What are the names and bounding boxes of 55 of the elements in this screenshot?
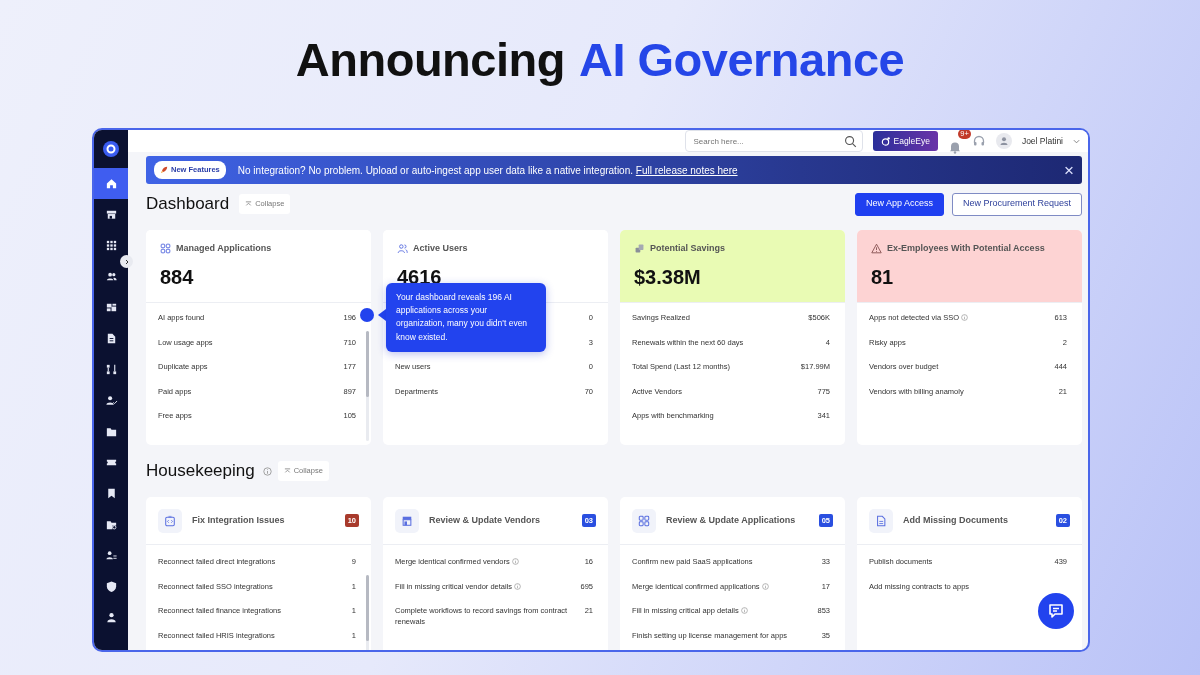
user-name[interactable]: Joel Platini <box>1021 134 1063 148</box>
folder-search-icon[interactable] <box>104 518 118 531</box>
search-field[interactable]: Search here... <box>684 130 863 152</box>
store-icon <box>401 514 413 527</box>
hotspot-dot[interactable] <box>360 308 374 322</box>
eagleeye-button[interactable]: EagleEye <box>872 131 938 151</box>
document-icon <box>875 514 887 527</box>
store-icon[interactable] <box>104 208 118 221</box>
info-icon <box>262 466 272 476</box>
user-list-icon[interactable] <box>104 549 118 562</box>
users-icon[interactable] <box>104 270 118 283</box>
dashboard-icon[interactable] <box>104 301 118 314</box>
rocket-icon <box>160 166 168 174</box>
new-app-access-button[interactable]: New App Access <box>854 192 944 216</box>
shield-icon[interactable] <box>104 580 118 593</box>
card-title: Fix Integration Issues <box>192 513 286 527</box>
card-title: Review & Update Vendors <box>429 513 542 527</box>
collapse-icon <box>283 467 291 475</box>
card-title: Active Users <box>413 242 468 255</box>
logo-icon <box>103 141 119 157</box>
stat-value: 884 <box>160 264 195 290</box>
card-title: Ex-Employees With Potential Access <box>887 242 1045 255</box>
grid-icon[interactable] <box>104 239 118 252</box>
card-title: Managed Applications <box>176 242 272 255</box>
user-icon[interactable] <box>104 611 118 624</box>
users-icon <box>397 243 408 255</box>
collapse-icon <box>245 200 253 208</box>
release-notes-link[interactable]: Full release notes here <box>635 164 738 176</box>
stat-value: $3.38M <box>634 264 702 290</box>
coins-icon <box>634 243 645 255</box>
grid-icon <box>638 514 650 527</box>
sparkle-icon <box>880 136 890 146</box>
stat-value: 81 <box>871 264 895 290</box>
section-title: Dashboard <box>146 193 230 216</box>
grid-icon <box>160 243 171 255</box>
workflow-icon[interactable] <box>104 363 118 376</box>
home-icon[interactable] <box>104 177 118 190</box>
card-title: Review & Update Applications <box>666 513 797 527</box>
close-button[interactable]: × <box>1064 161 1074 179</box>
new-request-button[interactable]: New Procurement Request <box>951 192 1082 216</box>
folder-icon[interactable] <box>104 425 118 438</box>
user-check-icon[interactable] <box>104 394 118 407</box>
chat-icon <box>1047 602 1065 620</box>
card-title: Add Missing Documents <box>903 513 1009 527</box>
avatar-icon <box>995 133 1012 149</box>
tooltip: Your dashboard reveals 196 AI applications across your organization, many you didn't even know existed. <box>386 283 546 352</box>
headline: Announcing <box>295 31 565 88</box>
chevron-right-icon <box>123 258 130 265</box>
warning-icon <box>871 243 882 255</box>
section-title: Housekeeping <box>146 460 255 483</box>
headset-icon[interactable] <box>971 134 986 148</box>
banner-message: No integration? No problem. Upload or auto-ingest app user data like a native integration. Full release notes here <box>237 163 738 178</box>
card-title: Potential Savings <box>650 242 726 255</box>
headline-highlight: AI Governance <box>578 31 905 88</box>
code-icon <box>164 514 176 527</box>
